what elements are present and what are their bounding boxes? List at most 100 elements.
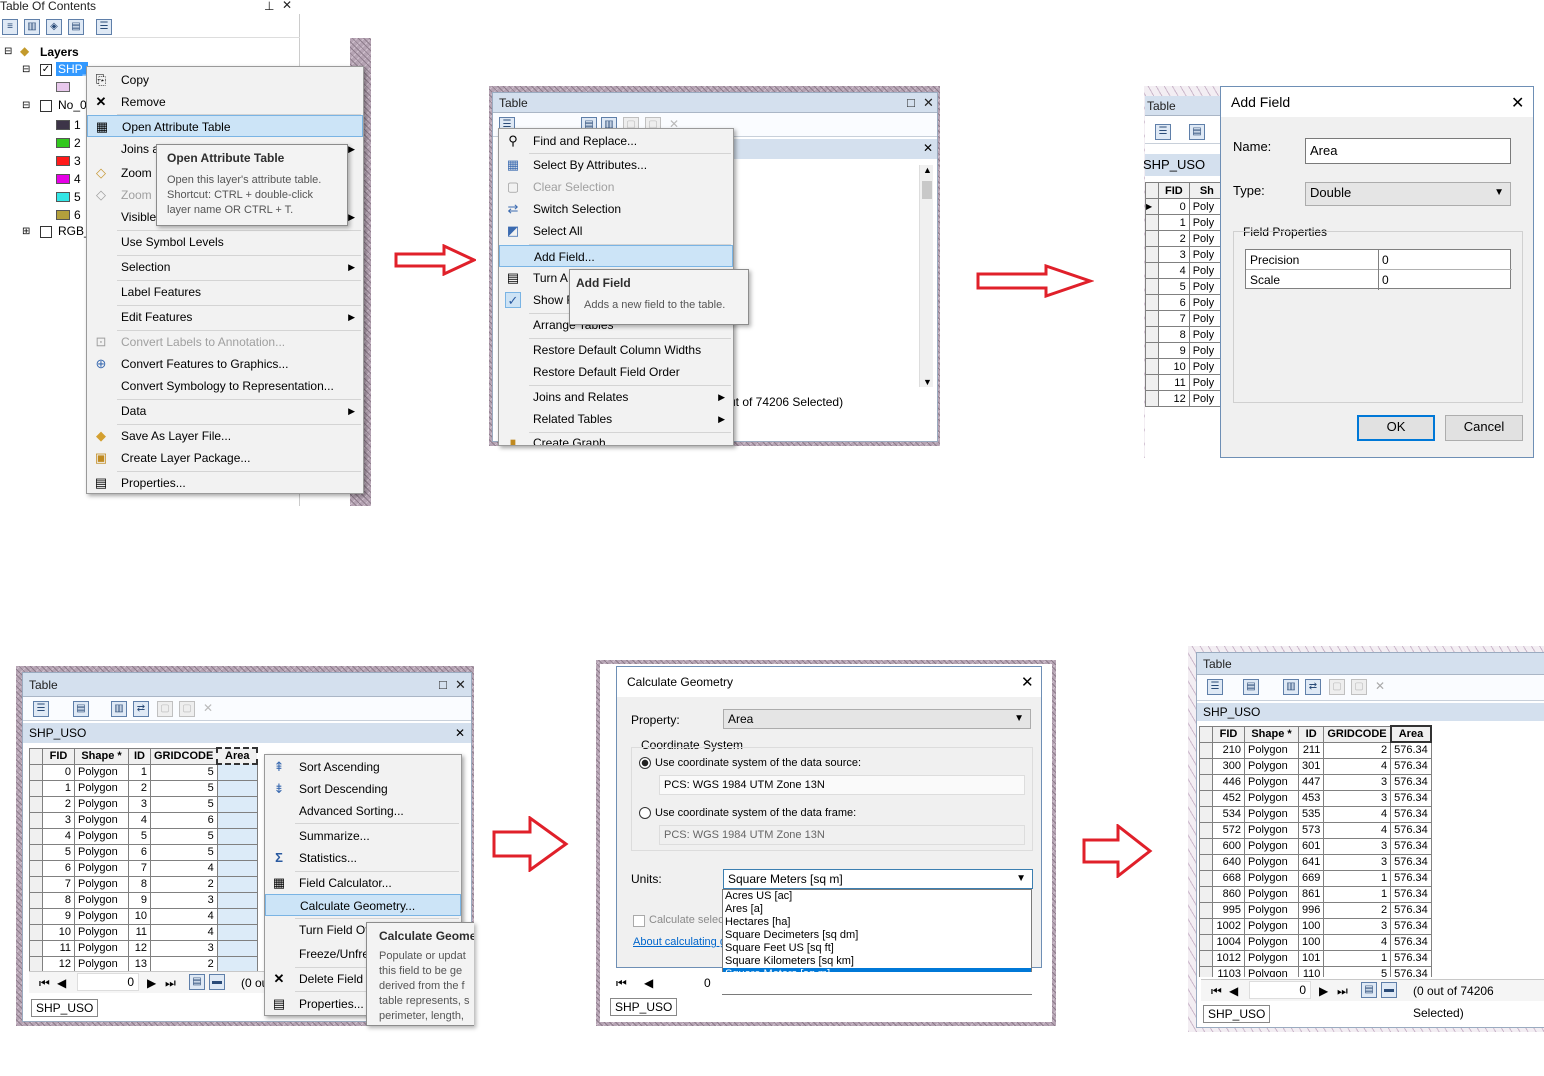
menu-field-calculator[interactable]: ▦ Field Calculator...: [265, 872, 461, 894]
row-selector[interactable]: [29, 875, 43, 893]
menu-summarize[interactable]: Summarize...: [265, 825, 461, 847]
column-header-gridcode[interactable]: GRIDCODE: [150, 747, 218, 765]
menu-properties[interactable]: ▤ Properties...: [87, 472, 363, 494]
table-row[interactable]: 10 Poly: [1145, 358, 1226, 375]
menu-selection[interactable]: Selection ▶: [87, 256, 363, 278]
zoom-selected-icon[interactable]: ▢: [179, 701, 195, 717]
about-calculating-link[interactable]: About calculating g: [633, 936, 726, 948]
first-record-icon[interactable]: ⏮: [616, 972, 627, 994]
table-row[interactable]: 534 Polygon 535 4 576.34: [1199, 805, 1432, 823]
table-row[interactable]: 5 Polygon 6 5: [29, 843, 258, 861]
menu-convert-labels[interactable]: ⊡ Convert Labels to Annotation...: [87, 331, 363, 353]
menu-sort-ascending[interactable]: ⇞ Sort Ascending: [265, 756, 461, 778]
table-row[interactable]: 7 Polygon 8 2: [29, 875, 258, 893]
precision-value[interactable]: 0: [1382, 253, 1389, 267]
record-number-field[interactable]: 0: [704, 972, 711, 994]
table-row[interactable]: 6 Polygon 7 4: [29, 859, 258, 877]
table-row[interactable]: 452 Polygon 453 3 576.34: [1199, 789, 1432, 807]
table-tab[interactable]: SHP_USO: [1203, 1005, 1271, 1023]
menu-statistics[interactable]: Σ Statistics...: [265, 847, 461, 869]
row-selector[interactable]: [1199, 837, 1213, 855]
row-selector[interactable]: [1199, 821, 1213, 839]
column-header-shape[interactable]: Shape *: [74, 747, 129, 765]
table-row[interactable]: 8 Polygon 9 3: [29, 891, 258, 909]
table-row[interactable]: 2 Poly: [1145, 230, 1226, 247]
menu-select-all[interactable]: ◩ Select All: [499, 220, 733, 242]
row-selector[interactable]: [29, 859, 43, 877]
collapse-layer1-icon[interactable]: ⊟: [22, 64, 30, 75]
related-tables-icon[interactable]: ▤: [1189, 124, 1205, 140]
menu-remove[interactable]: ✕ Remove: [87, 91, 363, 113]
row-selector[interactable]: [1145, 230, 1159, 247]
table-row[interactable]: 1002 Polygon 100 3 576.34: [1199, 917, 1432, 935]
row-selector[interactable]: [29, 779, 43, 797]
close-tab-icon[interactable]: ✕: [923, 141, 933, 155]
column-header-id[interactable]: ID: [128, 747, 151, 765]
row-selector[interactable]: [1199, 853, 1213, 871]
table-row[interactable]: 1012 Polygon 101 1 576.34: [1199, 949, 1432, 967]
switch-selection-icon[interactable]: ⇄: [133, 701, 149, 717]
row-selector[interactable]: [1199, 773, 1213, 791]
menu-edit-features[interactable]: Edit Features ▶: [87, 306, 363, 328]
row-selector[interactable]: [29, 907, 43, 925]
last-record-icon[interactable]: ⏭: [165, 972, 176, 994]
menu-add-field[interactable]: Add Field...: [499, 245, 733, 267]
table-row[interactable]: 0 Polygon 1 5: [29, 763, 258, 781]
menu-open-attribute-table[interactable]: ▦ Open Attribute Table: [87, 115, 363, 137]
related-tables-icon[interactable]: ▤: [73, 701, 89, 717]
menu-restore-order[interactable]: Restore Default Field Order: [499, 361, 733, 383]
table-row[interactable]: 3 Poly: [1145, 246, 1226, 263]
menu-use-symbol-levels[interactable]: Use Symbol Levels: [87, 231, 363, 253]
row-selector[interactable]: [1145, 214, 1159, 231]
units-option[interactable]: Acres US [ac]: [723, 890, 1031, 903]
table-row[interactable]: 11 Polygon 12 3: [29, 939, 258, 957]
column-header-fid[interactable]: FID: [1158, 182, 1190, 199]
menu-create-graph[interactable]: ▮ Create Graph...: [499, 433, 733, 445]
menu-restore-widths[interactable]: Restore Default Column Widths: [499, 339, 733, 361]
next-record-icon[interactable]: ▶: [1319, 980, 1328, 1002]
row-selector[interactable]: [1145, 390, 1159, 407]
row-selector[interactable]: [1145, 246, 1159, 263]
column-header-id[interactable]: ID: [1297, 725, 1325, 743]
zoom-selected-icon[interactable]: ▢: [1351, 679, 1367, 695]
row-selector[interactable]: ▶: [1145, 198, 1159, 215]
column-header-shape[interactable]: Shape *: [1244, 725, 1299, 743]
table-row[interactable]: 5 Poly: [1145, 278, 1226, 295]
row-selector[interactable]: [29, 763, 43, 781]
menu-save-layer[interactable]: ◆ Save As Layer File...: [87, 425, 363, 447]
row-selector[interactable]: [1145, 374, 1159, 391]
table-tab[interactable]: SHP_USO: [610, 998, 678, 1016]
units-option[interactable]: Square Feet US [sq ft]: [723, 942, 1031, 955]
clear-selection-icon[interactable]: ▢: [1329, 679, 1345, 695]
first-record-icon[interactable]: ⏮: [39, 972, 50, 994]
first-record-icon[interactable]: ⏮: [1211, 980, 1222, 1002]
table-options-icon[interactable]: ☰: [1207, 679, 1223, 695]
column-header-area[interactable]: Area: [1389, 725, 1433, 743]
previous-record-icon[interactable]: ◀: [644, 972, 653, 994]
table-row[interactable]: ▶ 0 Poly: [1145, 198, 1226, 215]
previous-record-icon[interactable]: ◀: [1229, 980, 1238, 1002]
row-selector[interactable]: [29, 811, 43, 829]
table-row[interactable]: 9 Polygon 10 4: [29, 907, 258, 925]
table-row[interactable]: 4 Poly: [1145, 262, 1226, 279]
table-row[interactable]: 1103 Polygon 110 5 576.34: [1199, 965, 1432, 977]
delete-selected-icon[interactable]: ✕: [203, 701, 213, 715]
table-row[interactable]: 446 Polygon 447 3 576.34: [1199, 773, 1432, 791]
table-options-icon[interactable]: ☰: [33, 701, 49, 717]
layer1-name[interactable]: SHP_USO: [56, 62, 88, 76]
close-icon[interactable]: ✕: [1511, 93, 1524, 113]
table-tab[interactable]: SHP_USO: [31, 999, 99, 1017]
layer1-checkbox[interactable]: ✓: [40, 64, 52, 76]
collapse-layer2-icon[interactable]: ⊟: [22, 100, 30, 111]
maximize-icon[interactable]: □: [439, 673, 447, 697]
table-row[interactable]: 3 Polygon 4 6: [29, 811, 258, 829]
next-record-icon[interactable]: ▶: [147, 972, 156, 994]
record-number-field[interactable]: 0: [77, 973, 139, 991]
table-row[interactable]: 1 Polygon 2 5: [29, 779, 258, 797]
row-selector[interactable]: [1199, 933, 1213, 951]
expand-layers-icon[interactable]: ⊟: [4, 46, 12, 57]
record-number-field[interactable]: 0: [1249, 981, 1311, 999]
close-icon[interactable]: ✕: [455, 673, 466, 697]
clear-selection-icon[interactable]: ▢: [157, 701, 173, 717]
units-option[interactable]: Square Decimeters [sq dm]: [723, 929, 1031, 942]
